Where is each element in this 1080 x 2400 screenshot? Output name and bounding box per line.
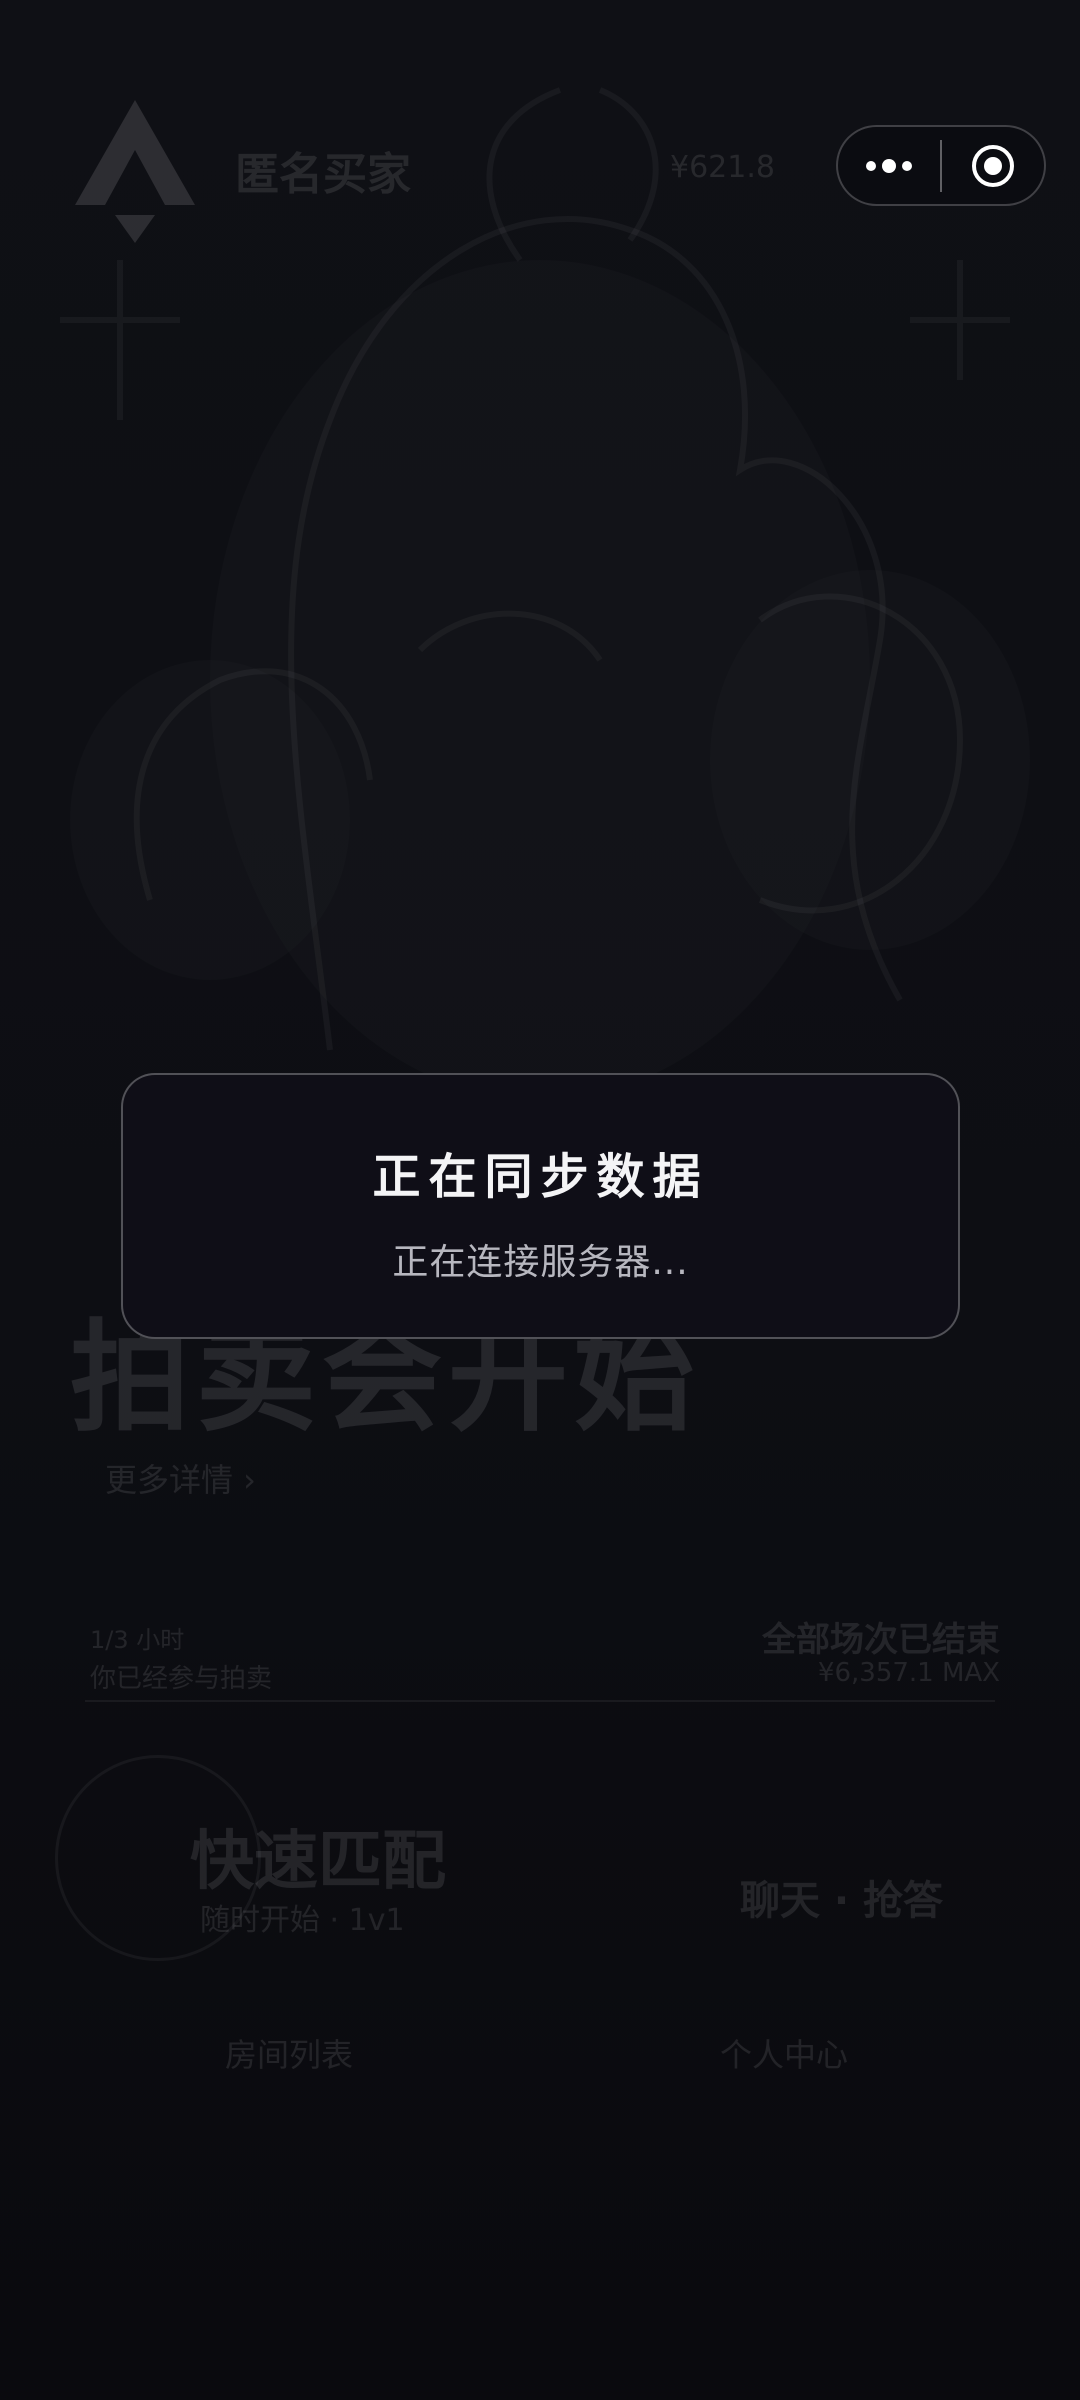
- modal-message: 正在连接服务器...: [392, 1242, 689, 1283]
- quick-match-title: 快速匹配: [190, 1825, 446, 1899]
- modal-title: 正在同步数据: [372, 1149, 709, 1205]
- stat-right-line1: 全部场次已结束: [762, 1620, 1000, 1660]
- stat-right-line2: ¥6,357.1 MAX: [817, 1658, 1000, 1688]
- more-dots-icon: [866, 158, 912, 173]
- target-circle-icon: [971, 144, 1014, 187]
- mini-program-capsule: [836, 125, 1046, 206]
- brand-name: 匿名买家: [235, 149, 411, 200]
- section-divider: [85, 1700, 995, 1702]
- header-balance: ¥621.8: [670, 150, 775, 185]
- chat-label: 聊天 · 抢答: [740, 1878, 944, 1924]
- more-button[interactable]: [838, 127, 940, 204]
- loading-modal: 正在同步数据 正在连接服务器...: [121, 1073, 960, 1339]
- brand-logo-icon: [75, 100, 195, 243]
- details-link: 更多详情 ›: [105, 1461, 256, 1499]
- bottom-left-label: 房间列表: [225, 2036, 354, 2074]
- quick-match-subtitle: 随时开始 · 1v1: [200, 1903, 405, 1938]
- stat-left-line2: 你已经参与拍卖: [90, 1664, 273, 1694]
- close-button[interactable]: [942, 127, 1044, 204]
- stat-left-line1: 1/3 小时: [90, 1626, 185, 1654]
- bottom-right-label: 个人中心: [720, 2036, 849, 2074]
